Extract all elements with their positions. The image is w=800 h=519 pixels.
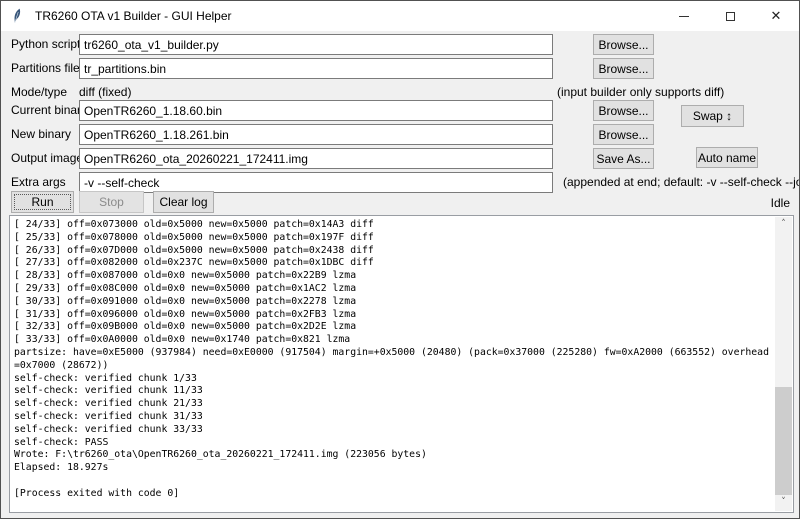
- auto-name-button[interactable]: Auto name: [696, 147, 758, 168]
- python-script-browse-button[interactable]: Browse...: [593, 34, 654, 55]
- titlebar[interactable]: TR6260 OTA v1 Builder - GUI Helper ✕: [1, 1, 799, 31]
- mode-type-label: Mode/type: [11, 85, 67, 100]
- extra-args-note: (appended at end; default: -v --self-che…: [563, 175, 800, 189]
- new-binary-label: New binary: [11, 127, 71, 142]
- status-badge: Idle: [771, 196, 790, 210]
- scroll-down-icon[interactable]: ˅: [775, 494, 792, 511]
- output-image-input[interactable]: [79, 148, 553, 169]
- partitions-file-label: Partitions file: [11, 61, 80, 76]
- output-image-label: Output image: [11, 151, 83, 166]
- minimize-icon: [679, 16, 689, 17]
- extra-args-input[interactable]: [79, 172, 553, 193]
- close-button[interactable]: ✕: [753, 1, 799, 31]
- clear-log-button[interactable]: Clear log: [153, 191, 214, 213]
- log-output[interactable]: [ 24/33] off=0x073000 old=0x5000 new=0x5…: [14, 219, 774, 510]
- scrollbar-thumb[interactable]: [775, 387, 792, 495]
- app-window: TR6260 OTA v1 Builder - GUI Helper ✕ Pyt…: [0, 0, 800, 519]
- tk-feather-icon: [10, 8, 26, 24]
- stop-button[interactable]: Stop: [79, 191, 144, 213]
- extra-args-label: Extra args: [11, 175, 66, 190]
- log-panel: [ 24/33] off=0x073000 old=0x5000 new=0x5…: [9, 215, 794, 513]
- log-scrollbar[interactable]: ˄ ˅: [775, 217, 792, 511]
- window-title: TR6260 OTA v1 Builder - GUI Helper: [35, 9, 232, 23]
- new-binary-input[interactable]: [79, 124, 553, 145]
- minimize-button[interactable]: [661, 1, 707, 31]
- new-binary-browse-button[interactable]: Browse...: [593, 124, 654, 145]
- maximize-button[interactable]: [707, 1, 753, 31]
- run-button[interactable]: Run: [11, 191, 74, 213]
- current-binary-browse-button[interactable]: Browse...: [593, 100, 654, 121]
- python-script-input[interactable]: [79, 34, 553, 55]
- python-script-label: Python script: [11, 37, 80, 52]
- scroll-up-icon[interactable]: ˄: [775, 217, 792, 234]
- current-binary-input[interactable]: [79, 100, 553, 121]
- maximize-icon: [726, 12, 735, 21]
- close-icon: ✕: [771, 8, 782, 24]
- partitions-file-input[interactable]: [79, 58, 553, 79]
- swap-button[interactable]: Swap ↕: [681, 105, 744, 127]
- save-as-button[interactable]: Save As...: [593, 148, 654, 169]
- mode-type-value: diff (fixed): [79, 85, 131, 99]
- mode-type-note: (input builder only supports diff): [557, 85, 724, 99]
- current-binary-label: Current binary: [11, 103, 87, 118]
- partitions-file-browse-button[interactable]: Browse...: [593, 58, 654, 79]
